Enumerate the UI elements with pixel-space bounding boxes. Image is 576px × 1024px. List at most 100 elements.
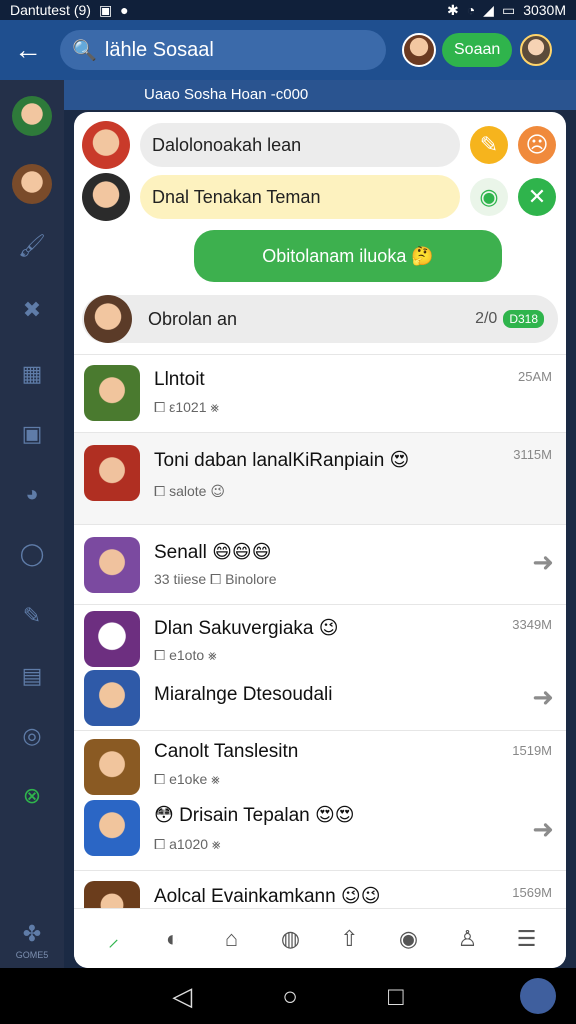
wifi-icon: ◔ <box>466 2 476 18</box>
search-action-button[interactable]: Soaan <box>442 33 513 67</box>
leaf-icon[interactable]: ⸝ <box>98 923 130 955</box>
item-time: 1569M <box>512 885 552 900</box>
conversation-row[interactable]: Obrolan an 2/0 D318 <box>82 295 558 343</box>
paint-icon[interactable]: ✎ <box>18 602 46 630</box>
item-name: Canolt Tanslesitn <box>154 741 299 762</box>
search-icon: 🔍 <box>72 39 97 62</box>
item-name: Aolcal Evainkamkann 😉😉 <box>154 886 381 907</box>
header-pill-2[interactable]: Dnal Tenakan Teman <box>140 175 460 219</box>
item-sub: ⧠ e1oto ⨳ <box>154 647 217 663</box>
item-name: Dlan Sakuvergiaka 😉 <box>154 618 339 639</box>
controller-icon[interactable]: ⊗ <box>18 782 46 810</box>
thumb-2 <box>84 445 140 501</box>
time-label: 3030M <box>523 2 566 18</box>
back-arrow-icon[interactable]: ← <box>10 32 46 68</box>
item-sub: 33 tiiese ⧠ Binolore <box>154 571 277 587</box>
close-icon[interactable]: ✕ <box>518 178 556 216</box>
status-icon[interactable]: ◉ <box>470 178 508 216</box>
forward-arrow-icon[interactable]: ➜ <box>532 814 554 845</box>
thumb-5 <box>84 670 140 726</box>
list-item[interactable]: 😳 Drisain Tepalan 😍😍 ⧠ a1020 ⨳ ➜ <box>74 794 566 870</box>
list-item[interactable]: Miaralnge Dtesoudali ➜ <box>74 666 566 730</box>
app-icon: ● <box>120 2 129 18</box>
sidebar-avatar-2[interactable] <box>12 164 52 204</box>
chat-panel: Dalolonoakah lean ✎ ☹ Dnal Tenakan Teman… <box>74 112 566 968</box>
list-item[interactable]: Toni daban lanalKiRanpiain 😍 ⧠ salote 😉 … <box>74 432 566 524</box>
shield-tab-icon[interactable]: ◍ <box>275 923 307 955</box>
header-row-2: Dnal Tenakan Teman ◉ ✕ <box>82 172 558 222</box>
system-nav-bar: ◁ ○ □ <box>0 968 576 1024</box>
share-tab-icon[interactable]: ⇧ <box>334 923 366 955</box>
item-sub: ⧠ salote 😉 <box>154 483 225 499</box>
conversation-label: Obrolan an <box>148 308 238 329</box>
item-name: 😳 Drisain Tepalan 😍😍 <box>154 805 355 826</box>
item-time: 1519M <box>512 743 552 758</box>
bottom-tabs: ⸝ ◐ ⌂ ◍ ⇧ ◉ ♙ ☰ <box>74 908 566 968</box>
item-sub: ⧠ a1020 ⨳ <box>154 836 221 852</box>
forward-arrow-icon[interactable]: ➜ <box>532 547 554 578</box>
forward-arrow-icon[interactable]: ➜ <box>532 682 554 713</box>
status-tab-icon[interactable]: ◐ <box>157 923 189 955</box>
palette-icon[interactable]: ◕ <box>18 480 46 508</box>
item-name: Toni daban lanalKiRanpiain 😍 <box>154 450 410 471</box>
profile-avatar[interactable] <box>402 33 436 67</box>
store-tab-icon[interactable]: ⌂ <box>216 923 248 955</box>
thumb-3 <box>84 537 140 593</box>
camera-tab-icon[interactable]: ◉ <box>393 923 425 955</box>
edit-icon[interactable]: ✎ <box>470 126 508 164</box>
person-tab-icon[interactable]: ♙ <box>452 923 484 955</box>
thumb-8 <box>84 881 140 911</box>
list-item[interactable]: Llntoit ⧠ ε1021 ⨳ 25AM <box>74 354 566 432</box>
tag-green: D318 <box>503 310 544 328</box>
sidebar-avatar-1[interactable] <box>12 96 52 136</box>
header-row-1: Dalolonoakah lean ✎ ☹ <box>82 120 558 170</box>
message-bubble[interactable]: Obitolanam iluoka 🤔 <box>194 230 502 282</box>
header-avatar-1[interactable] <box>82 121 130 169</box>
list-item[interactable]: Dlan Sakuvergiaka 😉 ⧠ e1oto ⨳ 3349M <box>74 604 566 667</box>
reaction-icon[interactable]: ☹ <box>518 126 556 164</box>
item-name: Llntoit <box>154 369 205 390</box>
item-time: 3349M <box>512 617 552 632</box>
assistant-icon[interactable] <box>520 978 556 1014</box>
item-sub: ⧠ ε1021 ⨳ <box>154 399 220 415</box>
header-pill-1[interactable]: Dalolonoakah lean <box>140 123 460 167</box>
brush-icon[interactable]: 🖌 <box>18 232 46 260</box>
menu-tab-icon[interactable]: ☰ <box>511 923 543 955</box>
search-text: lähle Sosaal <box>104 38 214 61</box>
item-time: 3115M <box>513 447 552 462</box>
conversation-avatar <box>84 295 132 343</box>
chat-icon[interactable]: ◯ <box>18 540 46 568</box>
top-bar: ← 🔍 lähle Sosaal Soaan <box>0 20 576 80</box>
notification-icon: ▣ <box>98 1 113 18</box>
sidebar: 🖌 ✖ ▦ ▣ ◕ ◯ ✎ ▤ ◎ ⊗ ✤ GOME5 <box>0 80 64 968</box>
list-item[interactable]: Senall 😄😄😄 33 tiiese ⧠ Binolore ➜ <box>74 524 566 604</box>
channel-banner: Uaao Sosha Hoan -c000 <box>64 80 576 110</box>
list-item[interactable]: Canolt Tanslesitn ⧠ e1oke ⨳ 1519M <box>74 730 566 795</box>
calendar-icon[interactable]: ▦ <box>18 360 46 388</box>
book-icon[interactable]: ▤ <box>18 662 46 690</box>
conversation-tag: 2/0 D318 <box>475 310 544 328</box>
item-sub: ⧠ e1oke ⨳ <box>154 771 220 787</box>
games-icon[interactable]: ✤ <box>18 920 46 948</box>
item-time: 25AM <box>518 369 552 384</box>
user-avatar[interactable] <box>520 34 553 66</box>
thumb-1 <box>84 365 140 421</box>
tag-text: 2/0 <box>475 310 498 327</box>
settings-icon[interactable]: ◎ <box>18 722 46 750</box>
battery-icon: ▭ <box>501 1 516 18</box>
thumb-7 <box>84 800 140 856</box>
gallery-icon[interactable]: ▣ <box>18 420 46 448</box>
signal-icon: ◢ <box>483 1 494 18</box>
item-name: Senall 😄😄😄 <box>154 542 272 563</box>
tools-icon[interactable]: ✖ <box>18 296 46 324</box>
status-bar: Dantutest (9) ▣ ● ✱ ◔ ◢ ▭ 3030M <box>0 0 576 20</box>
header-avatar-2[interactable] <box>82 173 130 221</box>
bluetooth-icon: ✱ <box>446 1 459 18</box>
thumb-6 <box>84 739 140 795</box>
back-nav-icon[interactable]: ◁ <box>172 981 192 1012</box>
list-item[interactable]: Aolcal Evainkamkann 😉😉 1569M <box>74 870 566 911</box>
home-nav-icon[interactable]: ○ <box>282 981 298 1012</box>
recents-nav-icon[interactable]: □ <box>388 981 404 1012</box>
carrier-label: Dantutest (9) <box>10 2 91 18</box>
search-input[interactable]: 🔍 lähle Sosaal <box>60 30 386 70</box>
